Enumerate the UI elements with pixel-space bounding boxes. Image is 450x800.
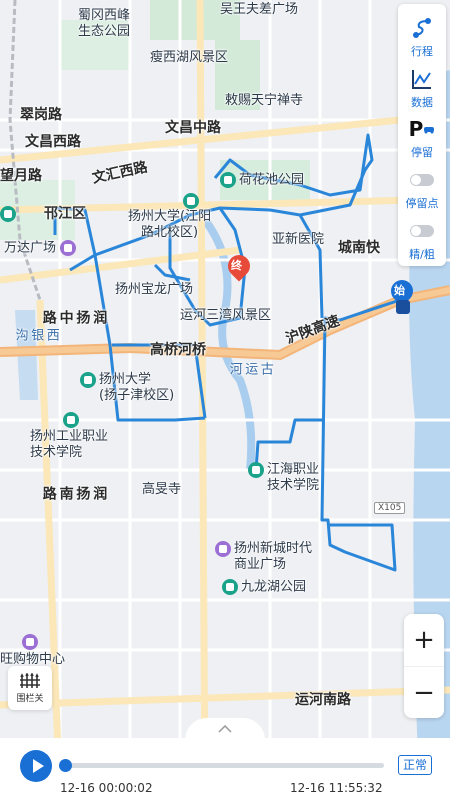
label-shouxihu: 瘦西湖风景区 [150,50,229,65]
end-time: 12-16 11:55:32 [290,781,383,795]
slider-knob[interactable] [59,759,72,772]
label-xiyin: 西 银 沟 [12,328,59,342]
chevron-up-icon [218,725,232,733]
poi-jianghai: 江海职业 技术学院 [248,462,319,493]
poi-hehuachi: 荷花池公园 [220,172,304,188]
school-icon [63,412,79,428]
precision-label: 精/粗 [409,248,435,262]
district-icon [0,206,16,222]
label-cuigang: 翠岗路 [20,107,62,123]
toggle-icon[interactable] [410,174,434,187]
route-label: 行程 [411,44,433,58]
speed-button[interactable]: 正常 [398,755,433,775]
poi-yaxin: 亚新医院 [272,232,325,247]
zoom-out-button[interactable]: − [404,666,444,718]
poi-jiulonghu: 九龙湖公园 [222,579,306,595]
poi-wanda: 万达广场 [4,240,79,256]
label-runyang-zhong: 润 扬 中 路 [40,310,108,325]
poi-yzu-yangzijin: 扬州大学 (扬子津校区) [80,372,174,403]
chart-icon [411,67,433,91]
precision-toggle[interactable]: 精/粗 [398,215,446,266]
shopping-icon [215,541,231,557]
poi-yzu-jiangyang: 扬州大学(江阳 路北校区) [128,193,211,240]
shopping-icon [60,240,77,256]
poi-wangjuwu: 旺购物中心 [0,634,65,668]
fence-icon [20,672,40,688]
poi-yunhe-sanwan: 运河三湾风景区 [180,308,272,323]
fence-button[interactable]: 围栏关 [8,666,52,710]
start-time: 12-16 00:00:02 [60,781,153,795]
collapse-tab[interactable] [185,718,265,740]
route-badge-x105: X105 [374,502,406,514]
park-icon [220,172,236,188]
data-button[interactable]: 数据 [398,63,446,114]
fence-label: 围栏关 [16,693,44,704]
label-wangyue: 望月路 [0,168,42,184]
parking-icon: P [409,117,436,141]
toggle-icon[interactable] [410,225,434,238]
stay-button[interactable]: P 停留 [398,114,446,165]
label-runyang-nan: 润 扬 南 路 [40,486,108,501]
map-canvas[interactable] [0,0,450,800]
zoom-controls: + − [404,614,444,718]
school-icon [80,372,96,388]
vehicle-icon [396,300,410,314]
end-marker[interactable]: 终 [223,250,255,285]
right-toolbar: 行程 数据 P 停留 停留点 精/粗 [398,4,446,266]
poi-gaomin: 高旻寺 [142,482,182,497]
poi-yz-vocational: 扬州工业职业 技术学院 [30,412,108,460]
label-chici: 敕赐天宁禅寺 [225,93,304,108]
playback-slider[interactable] [59,759,384,772]
route-button[interactable]: 行程 [398,12,446,63]
label-gaoqiao: 高桥河桥 [150,342,206,358]
label-shugang: 蜀冈西峰 生态公园 [78,8,131,39]
poi-baolong: 扬州宝龙广场 [115,282,194,297]
playback-bar: 正常 12-16 00:00:02 12-16 11:55:32 [0,738,450,800]
label-wuwang: 吴王夫差广场 [220,2,299,17]
label-chengnan: 城南快 [338,240,380,256]
label-gu-yunhe: 古 运 河 [226,362,273,376]
stay-point-label: 停留点 [405,197,439,211]
stay-label: 停留 [411,146,433,160]
play-button[interactable] [20,750,52,782]
data-label: 数据 [411,95,433,109]
school-icon [183,193,199,209]
stay-point-toggle[interactable]: 停留点 [398,164,446,215]
poi-hanjiang: 邗江区 [0,206,86,223]
poi-xincheng: 扬州新城时代 商业广场 [215,541,312,572]
label-yunhe-nan: 运河南路 [295,692,351,708]
shopping-icon [22,634,38,650]
zoom-in-button[interactable]: + [404,614,444,666]
park-icon [222,579,238,595]
label-wenchangzhong: 文昌中路 [165,120,221,136]
route-icon [411,16,433,40]
label-wenchangxi: 文昌西路 [25,134,81,150]
school-icon [248,462,264,478]
